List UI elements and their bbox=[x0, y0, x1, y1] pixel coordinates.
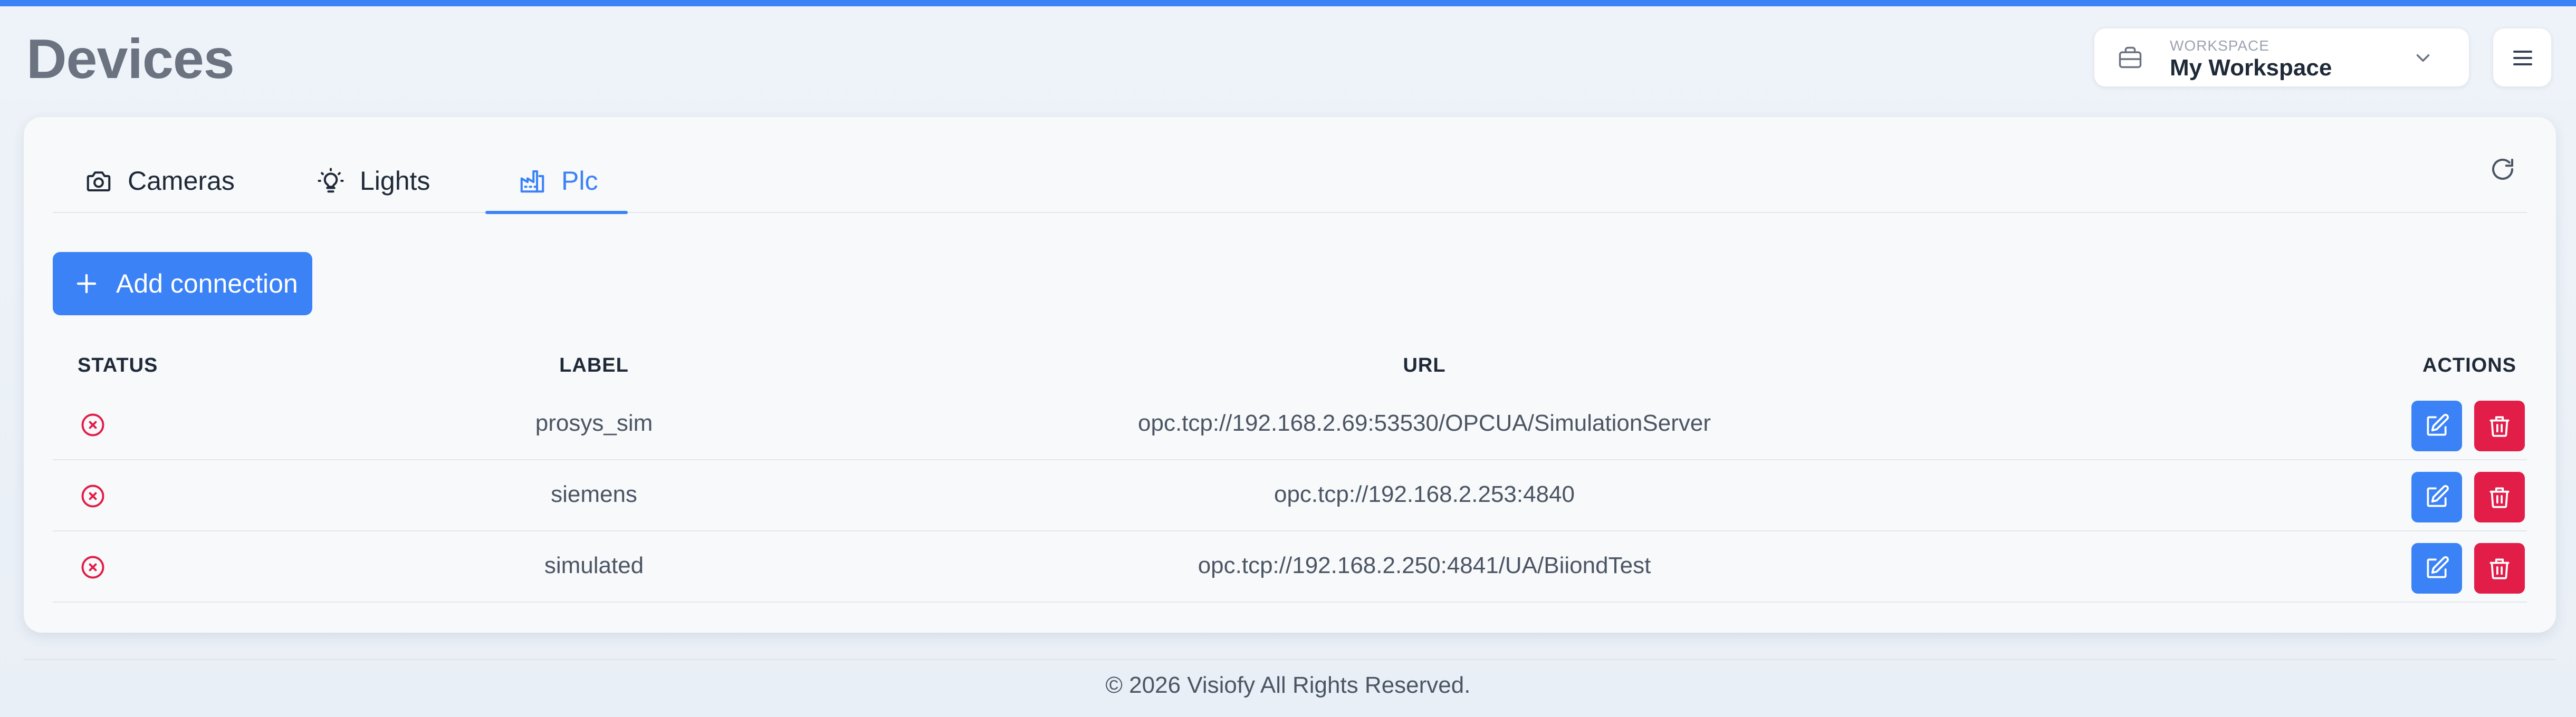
workspace-caption: WORKSPACE bbox=[2170, 37, 2269, 54]
chevron-down-icon bbox=[2416, 54, 2430, 62]
tab-cameras-label: Cameras bbox=[128, 166, 235, 196]
edit-button[interactable] bbox=[2411, 472, 2462, 522]
column-header-actions: ACTIONS bbox=[2422, 354, 2516, 376]
trash-icon bbox=[2489, 487, 2510, 508]
error-status-icon bbox=[81, 413, 104, 437]
tab-cameras[interactable]: Cameras bbox=[53, 149, 253, 213]
add-connection-label: Add connection bbox=[116, 269, 298, 298]
connection-label: simulated bbox=[544, 553, 644, 578]
lightbulb-icon bbox=[318, 168, 344, 193]
edit-button[interactable] bbox=[2411, 401, 2462, 451]
edit-button[interactable] bbox=[2411, 543, 2462, 594]
add-connection-button[interactable]: Add connection bbox=[53, 252, 312, 315]
workspace-name: My Workspace bbox=[2170, 55, 2332, 81]
devices-card: Cameras Lights Plc Add connection STATUS… bbox=[24, 117, 2556, 633]
pencil-square-icon bbox=[2427, 485, 2449, 507]
connection-label: prosys_sim bbox=[535, 410, 653, 436]
tab-lights[interactable]: Lights bbox=[274, 149, 496, 213]
footer-divider bbox=[24, 659, 2556, 660]
connection-label: siemens bbox=[551, 481, 637, 507]
delete-button[interactable] bbox=[2474, 543, 2525, 594]
trash-icon bbox=[2489, 416, 2510, 437]
trash-icon bbox=[2489, 558, 2510, 579]
error-status-icon bbox=[81, 485, 104, 508]
tab-plc[interactable]: Plc bbox=[485, 149, 628, 214]
page-title: Devices bbox=[26, 28, 235, 90]
factory-icon bbox=[520, 170, 544, 193]
connection-url: opc.tcp://192.168.2.250:4841/UA/BiiondTe… bbox=[1198, 553, 1651, 578]
delete-button[interactable] bbox=[2474, 472, 2525, 522]
table-row: prosys_sim opc.tcp://192.168.2.69:53530/… bbox=[53, 389, 2527, 460]
table-row: siemens opc.tcp://192.168.2.253:4840 bbox=[53, 460, 2527, 531]
briefcase-icon bbox=[2119, 46, 2142, 69]
footer-copyright: © 2026 Visiofy All Rights Reserved. bbox=[1105, 672, 1471, 698]
tab-lights-label: Lights bbox=[360, 166, 430, 196]
column-header-status: STATUS bbox=[78, 354, 158, 376]
connection-url: opc.tcp://192.168.2.69:53530/OPCUA/Simul… bbox=[1138, 410, 1711, 436]
delete-button[interactable] bbox=[2474, 401, 2525, 451]
tab-plc-label: Plc bbox=[561, 166, 598, 196]
pencil-square-icon bbox=[2427, 414, 2449, 436]
camera-icon bbox=[87, 171, 111, 192]
connection-url: opc.tcp://192.168.2.253:4840 bbox=[1273, 481, 1575, 507]
menu-button[interactable] bbox=[2493, 28, 2552, 87]
table-row: simulated opc.tcp://192.168.2.250:4841/U… bbox=[53, 531, 2527, 603]
error-status-icon bbox=[81, 556, 104, 579]
column-header-url: URL bbox=[1403, 354, 1446, 376]
workspace-selector[interactable]: WORKSPACE My Workspace bbox=[2094, 28, 2469, 87]
refresh-icon[interactable] bbox=[2488, 155, 2517, 183]
pencil-square-icon bbox=[2427, 556, 2449, 578]
device-tabs: Cameras Lights Plc bbox=[53, 149, 2527, 214]
top-accent-bar bbox=[0, 0, 2576, 6]
column-header-label: LABEL bbox=[559, 354, 629, 376]
hamburger-menu-icon bbox=[2513, 51, 2532, 65]
table-header: STATUS LABEL URL ACTIONS bbox=[53, 338, 2527, 389]
plus-icon bbox=[76, 274, 97, 294]
